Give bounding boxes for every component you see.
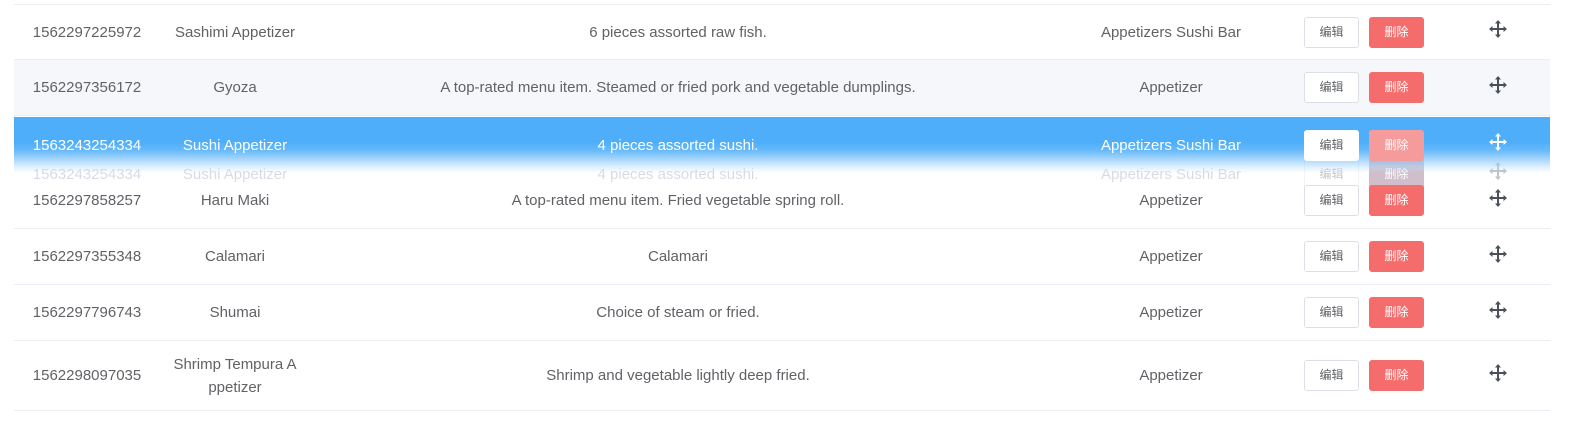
item-name: Sashimi Appetizer: [160, 5, 310, 59]
move-arrows-icon[interactable]: [1487, 74, 1509, 96]
row-actions: 编辑 删除: [1296, 60, 1446, 115]
item-category: Appetizer: [1139, 367, 1203, 384]
item-category: Appetizer: [1139, 304, 1203, 321]
move-arrows-icon[interactable]: [1487, 362, 1509, 384]
item-id: 1562298097035: [32, 367, 142, 384]
drag-cell: [1446, 285, 1550, 340]
drag-cell: [1446, 341, 1550, 410]
drag-cell: [1446, 229, 1550, 284]
item-name: Shumai: [160, 285, 310, 340]
edit-button[interactable]: 编辑: [1304, 185, 1359, 216]
item-description: A top-rated menu item. Steamed or fried …: [440, 79, 916, 96]
table-row: 1562297356172 Gyoza A top-rated menu ite…: [14, 60, 1550, 116]
move-arrows-icon[interactable]: [1487, 243, 1509, 265]
item-category: Appetizer: [1139, 192, 1203, 209]
table-row: 1562297796743 Shumai Choice of steam or …: [14, 285, 1550, 341]
move-arrows-icon[interactable]: [1487, 299, 1509, 321]
item-id: 1562297796743: [32, 304, 142, 321]
row-actions: 编辑 删除: [1296, 117, 1446, 173]
delete-button[interactable]: 删除: [1369, 16, 1424, 48]
delete-button[interactable]: 删除: [1369, 297, 1424, 328]
delete-button[interactable]: 删除: [1369, 241, 1424, 272]
item-id: 1562297225972: [32, 23, 142, 41]
edit-button[interactable]: 编辑: [1304, 129, 1359, 161]
row-actions: 编辑 删除: [1296, 285, 1446, 340]
drag-cell: [1446, 173, 1550, 228]
item-description: 6 pieces assorted raw fish.: [589, 23, 767, 41]
item-description: Shrimp and vegetable lightly deep fried.: [546, 367, 810, 384]
item-description: Calamari: [647, 248, 708, 265]
drag-cell: [1446, 5, 1550, 59]
item-name-text: Gyoza: [213, 79, 257, 96]
drag-cell: [1446, 60, 1550, 115]
edit-button[interactable]: 编辑: [1304, 72, 1359, 103]
dragging-row[interactable]: 1563243254334 Sushi Appetizer 4 pieces a…: [14, 117, 1550, 173]
item-name: Calamari: [160, 229, 310, 284]
item-id: 1563243254334: [32, 136, 142, 154]
delete-button[interactable]: 删除: [1369, 185, 1424, 216]
table-row: 1562297225972 Sashimi Appetizer 6 pieces…: [14, 4, 1550, 60]
edit-button[interactable]: 编辑: [1304, 297, 1359, 328]
move-arrows-icon[interactable]: [1487, 131, 1509, 153]
item-description: A top-rated menu item. Fried vegetable s…: [511, 192, 845, 209]
edit-button[interactable]: 编辑: [1304, 16, 1359, 48]
table-row: 1562297858257 Haru Maki A top-rated menu…: [14, 173, 1550, 229]
item-name: Shrimp Tempura A ppetizer: [160, 341, 310, 410]
item-id: 1562297355348: [32, 248, 142, 265]
table-row: 1562297355348 Calamari Calamari Appetize…: [14, 229, 1550, 285]
table-row: 1562298097035 Shrimp Tempura A ppetizer …: [14, 341, 1550, 411]
item-name-text: Sashimi Appetizer: [174, 23, 296, 41]
move-arrows-icon[interactable]: [1487, 187, 1509, 209]
item-name: Haru Maki: [160, 173, 310, 228]
item-name-text: Shrimp Tempura A ppetizer: [173, 355, 297, 396]
row-actions: 编辑 删除: [1296, 229, 1446, 284]
row-actions: 编辑 删除: [1296, 341, 1446, 410]
row-actions: 编辑 删除: [1296, 5, 1446, 59]
item-category: Appetizer: [1139, 79, 1203, 96]
drag-cell: [1446, 117, 1550, 173]
edit-button[interactable]: 编辑: [1304, 360, 1359, 391]
item-description: Choice of steam or fried.: [596, 304, 760, 321]
item-name-text: Haru Maki: [200, 192, 270, 209]
row-actions: 编辑 删除: [1296, 173, 1446, 228]
item-category: Appetizers Sushi Bar: [1100, 136, 1242, 154]
item-name: Sushi Appetizer: [160, 117, 310, 173]
item-description: 4 pieces assorted sushi.: [597, 136, 759, 154]
delete-button[interactable]: 删除: [1369, 360, 1424, 391]
delete-button[interactable]: 删除: [1369, 129, 1424, 161]
move-arrows-icon[interactable]: [1487, 18, 1509, 40]
edit-button[interactable]: 编辑: [1304, 241, 1359, 272]
delete-button[interactable]: 删除: [1369, 72, 1424, 103]
item-category: Appetizers Sushi Bar: [1100, 23, 1242, 41]
item-category: Appetizer: [1139, 248, 1203, 265]
item-id: 1562297858257: [32, 192, 142, 209]
item-name-text: Shumai: [209, 304, 261, 321]
item-name-text: Sushi Appetizer: [182, 136, 288, 154]
item-id: 1562297356172: [32, 79, 142, 96]
item-name: Gyoza: [160, 60, 310, 115]
item-name-text: Calamari: [204, 248, 265, 265]
